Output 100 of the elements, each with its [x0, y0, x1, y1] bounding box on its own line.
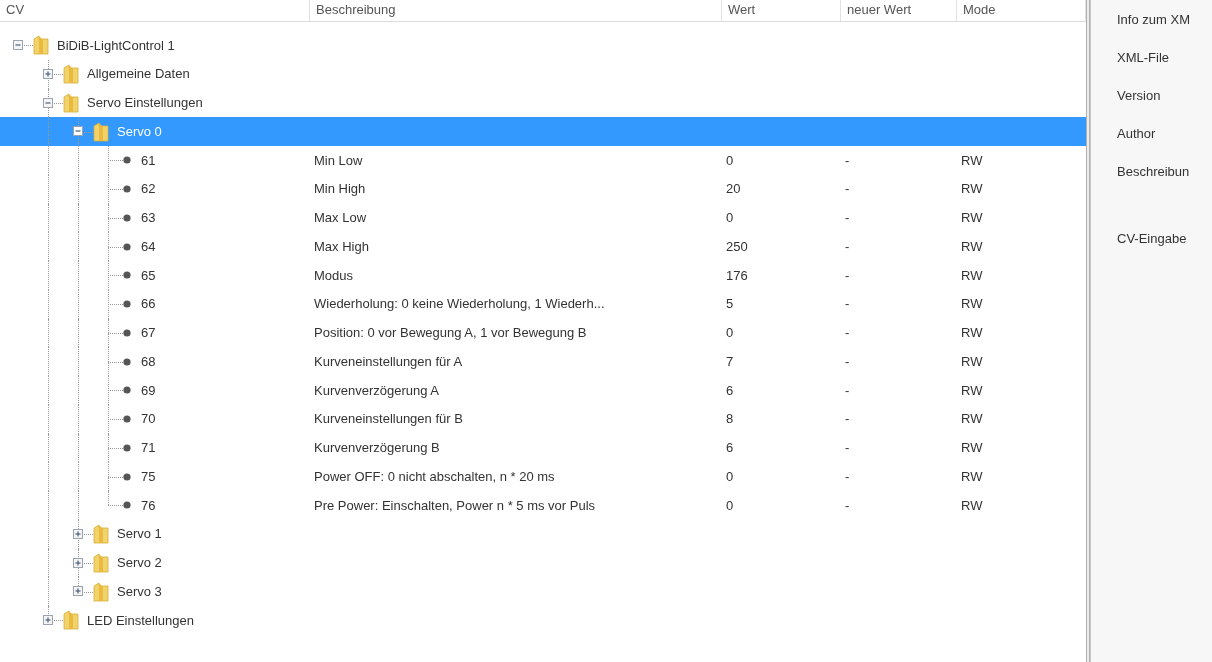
info-label: Info zum XM: [1117, 12, 1190, 27]
cv-number[interactable]: 65: [141, 265, 156, 286]
new-value-cell: -: [845, 325, 850, 341]
cv-number[interactable]: 64: [141, 236, 156, 257]
new-value-cell: -: [845, 497, 850, 513]
new-value-cell: -: [845, 210, 850, 226]
value-cell: 0: [726, 152, 734, 168]
cv-number[interactable]: 63: [141, 208, 156, 228]
tree-node-label[interactable]: Servo 1: [117, 524, 162, 544]
info-label: XML-File: [1117, 50, 1169, 65]
new-value-cell: -: [845, 181, 850, 197]
new-value-cell: -: [845, 411, 850, 427]
value-cell: 7: [726, 353, 734, 369]
value-cell: 0: [726, 497, 734, 513]
folder-icon: [63, 610, 79, 631]
column-header[interactable]: Wert: [722, 0, 841, 21]
value-cell: 0: [726, 468, 734, 484]
expand-icon[interactable]: [73, 586, 83, 597]
value-cell: 6: [726, 382, 734, 398]
mode-cell: RW: [961, 296, 983, 312]
bullet-icon: [123, 386, 131, 395]
mode-cell: RW: [961, 267, 983, 283]
bullet-icon: [123, 156, 131, 165]
mode-cell: RW: [961, 382, 983, 398]
cv-number[interactable]: 66: [141, 294, 156, 314]
tree-node-label[interactable]: LED Einstellungen: [87, 610, 194, 631]
description-cell: Power OFF: 0 nicht abschalten, n * 20 ms: [314, 468, 555, 484]
expand-icon[interactable]: [73, 557, 83, 568]
info-label: Version: [1117, 88, 1161, 103]
tree-node-label[interactable]: Allgemeine Daten: [87, 64, 190, 84]
bullet-icon: [123, 472, 131, 481]
mode-cell: RW: [961, 497, 983, 513]
cv-number[interactable]: 61: [141, 150, 156, 171]
new-value-cell: -: [845, 440, 850, 456]
expand-icon[interactable]: [73, 528, 83, 539]
description-cell: Wiederholung: 0 keine Wiederholung, 1 Wiederh...: [314, 296, 605, 312]
description-cell: Max Low: [314, 210, 367, 226]
tree-node-label[interactable]: Servo Einstellungen: [87, 93, 203, 113]
expand-icon[interactable]: [43, 68, 53, 79]
collapse-icon[interactable]: [43, 97, 53, 108]
bullet-icon: [123, 357, 131, 366]
value-cell: 5: [726, 296, 734, 312]
value-cell: 20: [726, 181, 741, 197]
new-value-cell: -: [845, 238, 850, 254]
mode-cell: RW: [961, 181, 983, 197]
description-cell: Max High: [314, 238, 369, 254]
cv-number[interactable]: 68: [141, 351, 156, 372]
folder-icon: [93, 552, 109, 573]
new-value-cell: -: [845, 468, 850, 484]
cv-number[interactable]: 62: [141, 179, 156, 199]
folder-icon: [63, 92, 79, 113]
new-value-cell: -: [845, 267, 850, 283]
cv-number[interactable]: 71: [141, 438, 156, 458]
description-cell: Min Low: [314, 152, 363, 168]
column-header[interactable]: CV: [0, 0, 310, 21]
cv-number[interactable]: 75: [141, 466, 156, 487]
description-cell: Position: 0 vor Bewegung A, 1 vor Bewegung B: [314, 325, 587, 341]
description-cell: Min High: [314, 181, 366, 197]
folder-icon: [93, 121, 109, 142]
bullet-icon: [123, 501, 131, 510]
collapse-icon[interactable]: [13, 40, 23, 50]
description-cell: Kurveneinstellungen für A: [314, 353, 463, 369]
new-value-cell: -: [845, 353, 850, 369]
value-cell: 250: [726, 238, 748, 254]
tree-node-label[interactable]: Servo 3: [117, 581, 162, 602]
expand-icon[interactable]: [43, 615, 53, 625]
new-value-cell: -: [845, 152, 850, 168]
value-cell: 0: [726, 210, 734, 226]
description-cell: Modus: [314, 267, 354, 283]
description-cell: Kurveneinstellungen für B: [314, 411, 463, 427]
value-cell: 6: [726, 440, 734, 456]
mode-cell: RW: [961, 353, 983, 369]
folder-icon: [63, 64, 79, 85]
collapse-icon[interactable]: [73, 126, 83, 137]
bullet-icon: [123, 328, 131, 337]
info-label: Beschreibun: [1117, 164, 1190, 179]
bullet-icon: [123, 271, 131, 280]
info-label: Author: [1117, 126, 1156, 141]
cv-number[interactable]: 76: [141, 495, 156, 516]
info-label: CV-Eingabe: [1117, 231, 1187, 246]
mode-cell: RW: [961, 411, 983, 427]
cv-number[interactable]: 67: [141, 323, 156, 343]
value-cell: 0: [726, 325, 734, 341]
mode-cell: RW: [961, 210, 983, 226]
bullet-icon: [123, 242, 131, 251]
tree-node-label[interactable]: BiDiB-LightControl 1: [57, 35, 175, 56]
column-header[interactable]: Beschreibung: [310, 0, 722, 21]
bullet-icon: [123, 185, 131, 194]
folder-icon: [93, 581, 109, 602]
column-header[interactable]: neuer Wert: [841, 0, 957, 21]
description-cell: Kurvenverzögerung A: [314, 382, 440, 398]
bullet-icon: [123, 213, 131, 222]
folder-icon: [33, 35, 49, 56]
description-cell: Pre Power: Einschalten, Power n * 5 ms vor Puls: [314, 497, 596, 513]
cv-number[interactable]: 69: [141, 380, 156, 401]
description-cell: Kurvenverzögerung B: [314, 440, 440, 456]
tree-node-label[interactable]: Servo 2: [117, 553, 162, 573]
cv-number[interactable]: 70: [141, 409, 156, 429]
mode-cell: RW: [961, 238, 983, 254]
new-value-cell: -: [845, 382, 850, 398]
